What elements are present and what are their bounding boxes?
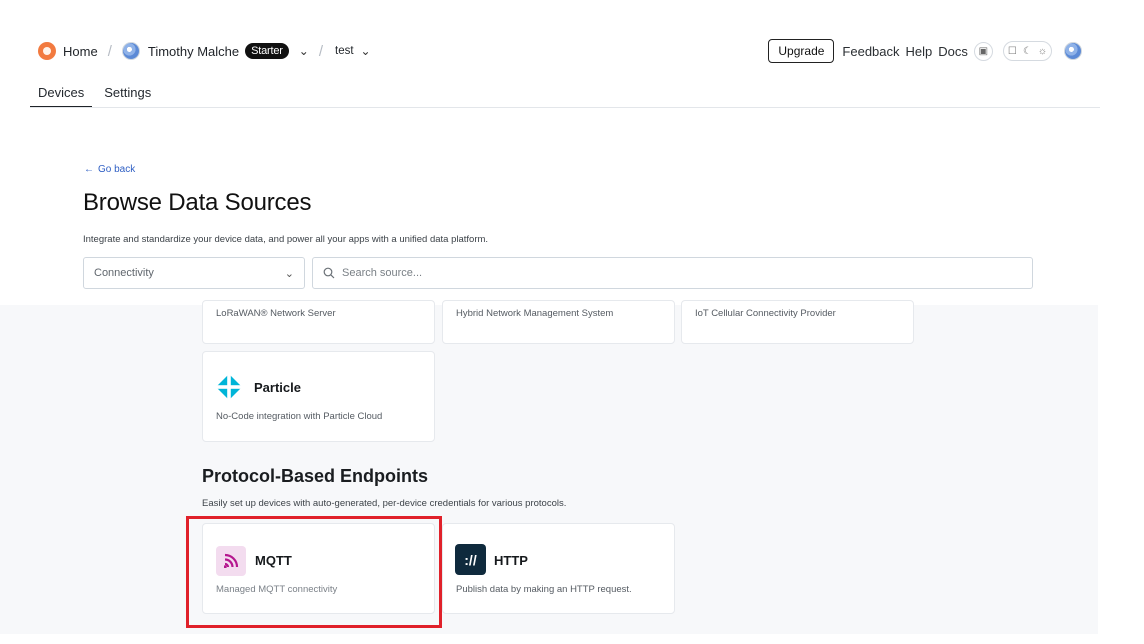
source-card-cellular[interactable]: IoT Cellular Connectivity Provider: [681, 300, 914, 344]
source-card-particle[interactable]: Particle No-Code integration with Partic…: [202, 351, 435, 442]
breadcrumb-project[interactable]: test: [335, 45, 354, 57]
card-description: No-Code integration with Particle Cloud: [216, 411, 383, 422]
top-bar: Home / Timothy Malche Starter ⌄ / test ⌄…: [0, 0, 1144, 108]
go-back-label: Go back: [98, 164, 136, 175]
tab-devices[interactable]: Devices: [30, 82, 93, 108]
source-card-http[interactable]: :// HTTP Publish data by making an HTTP …: [442, 523, 675, 614]
page-subtitle: Integrate and standardize your device da…: [83, 234, 489, 245]
section-subtitle: Easily set up devices with auto-generate…: [202, 498, 567, 509]
category-select[interactable]: Connectivity ⌄: [83, 257, 305, 289]
theme-switcher: ☐ ☾ ☼: [1002, 41, 1052, 61]
feedback-link[interactable]: Feedback: [842, 44, 899, 59]
search-icon: [323, 267, 335, 279]
breadcrumb: Home / Timothy Malche Starter ⌄ / test ⌄: [38, 40, 371, 62]
card-title: HTTP: [494, 553, 528, 568]
divider: [30, 107, 1100, 108]
chevron-down-icon: ⌄: [284, 267, 294, 280]
sources-panel: LoRaWAN® Network Server Hybrid Network M…: [0, 300, 1098, 634]
help-link[interactable]: Help: [906, 44, 933, 59]
highlight-box: [186, 516, 442, 628]
http-icon: ://: [455, 544, 486, 575]
card-description: LoRaWAN® Network Server: [216, 308, 336, 319]
page-title: Browse Data Sources: [83, 189, 312, 216]
account-avatar-icon[interactable]: [1064, 42, 1082, 60]
category-select-value: Connectivity: [94, 267, 154, 279]
breadcrumb-separator: /: [318, 42, 323, 60]
plan-badge: Starter: [245, 43, 289, 59]
search-placeholder: Search source...: [342, 267, 423, 279]
tab-settings[interactable]: Settings: [96, 82, 159, 108]
arrow-left-icon: ←: [84, 164, 94, 175]
card-description: Hybrid Network Management System: [456, 308, 614, 319]
card-title: Particle: [254, 380, 301, 395]
source-card-hybrid[interactable]: Hybrid Network Management System: [442, 300, 675, 344]
tab-bar: Devices Settings: [30, 82, 159, 108]
monitor-icon[interactable]: ☐: [1008, 46, 1017, 57]
particle-icon: [216, 374, 242, 400]
breadcrumb-home[interactable]: Home: [63, 44, 98, 59]
app-logo-icon[interactable]: [38, 42, 56, 60]
header-actions: Upgrade Feedback Help Docs ▣ ☐ ☾ ☼: [768, 39, 1082, 63]
chevron-down-icon[interactable]: ⌄: [299, 44, 309, 58]
breadcrumb-user[interactable]: Timothy Malche: [148, 44, 239, 59]
section-title: Protocol-Based Endpoints: [202, 466, 429, 486]
discord-icon[interactable]: ▣: [973, 41, 993, 61]
upgrade-button[interactable]: Upgrade: [768, 39, 835, 63]
docs-link[interactable]: Docs: [938, 44, 968, 59]
card-description: Publish data by making an HTTP request.: [456, 584, 632, 595]
source-card-lorawan[interactable]: LoRaWAN® Network Server: [202, 300, 435, 344]
go-back-link[interactable]: ← Go back: [84, 164, 135, 175]
search-input[interactable]: Search source...: [312, 257, 1033, 289]
breadcrumb-separator: /: [107, 42, 112, 60]
chevron-down-icon[interactable]: ⌄: [361, 44, 371, 58]
sun-icon[interactable]: ☼: [1038, 46, 1047, 57]
user-avatar-icon[interactable]: [121, 42, 140, 60]
card-description: IoT Cellular Connectivity Provider: [695, 308, 836, 319]
moon-icon[interactable]: ☾: [1023, 46, 1032, 57]
